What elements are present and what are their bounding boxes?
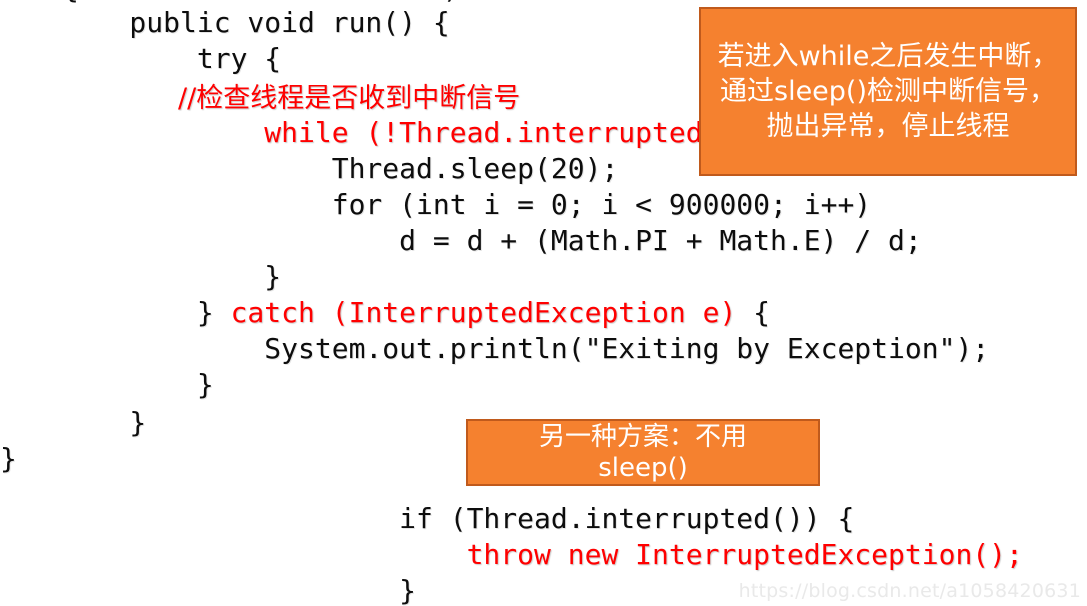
callout-box-sleep-detect-text: 若进入while之后发生中断，通过sleep()检测中断信号，抛出异常，停止线程	[717, 41, 1059, 142]
catch-indent: }	[62, 296, 231, 329]
code-line-try-open: try {	[62, 42, 282, 75]
callout-box-alternative-line2: sleep()	[598, 452, 688, 483]
code-line-math-expression: d = d + (Math.PI + Math.E) / d;	[62, 224, 922, 257]
code-line-method-signature: public void run() {	[62, 6, 450, 39]
catch-brace: {	[736, 296, 771, 329]
while-indent	[62, 116, 264, 149]
code-line-while-close: }	[62, 260, 282, 293]
code-line-for-loop: for (int i = 0; i < 900000; i++)	[62, 188, 872, 221]
code-line-chinese-comment: //检查线程是否收到中断信号	[178, 83, 521, 114]
code-line-thread-sleep: Thread.sleep(20);	[62, 152, 619, 185]
slide-canvas: { ) public void run() { try { //检查线程是否收到…	[0, 0, 1087, 606]
code-line-method-close: }	[62, 406, 147, 439]
code-line-if-close: }	[62, 574, 417, 606]
code-line-if-interrupted: if (Thread.interrupted()) {	[62, 502, 855, 535]
catch-expression: catch (InterruptedException e)	[230, 296, 737, 329]
code-line-throw-interrupted-exception: throw new InterruptedException();	[62, 538, 1023, 571]
code-line-while-interrupted: while (!Thread.interrupted()) {	[62, 116, 787, 150]
callout-box-alternative: 另一种方案：不用 sleep()	[466, 419, 820, 486]
callout-box-alternative-line1: 另一种方案：不用	[538, 421, 747, 452]
code-line-class-close: }	[0, 442, 17, 475]
callout-box-sleep-detect: 若进入while之后发生中断，通过sleep()检测中断信号，抛出异常，停止线程	[699, 7, 1077, 176]
code-line-println: System.out.println("Exiting by Exception…	[62, 332, 990, 365]
while-condition: while (!Thread.interrupted())	[264, 116, 754, 149]
code-line-catch-clause: } catch (InterruptedException e) {	[62, 296, 770, 330]
code-line-catch-close: }	[62, 368, 214, 401]
watermark-url: https://blog.csdn.net/a1058420631	[738, 580, 1081, 602]
